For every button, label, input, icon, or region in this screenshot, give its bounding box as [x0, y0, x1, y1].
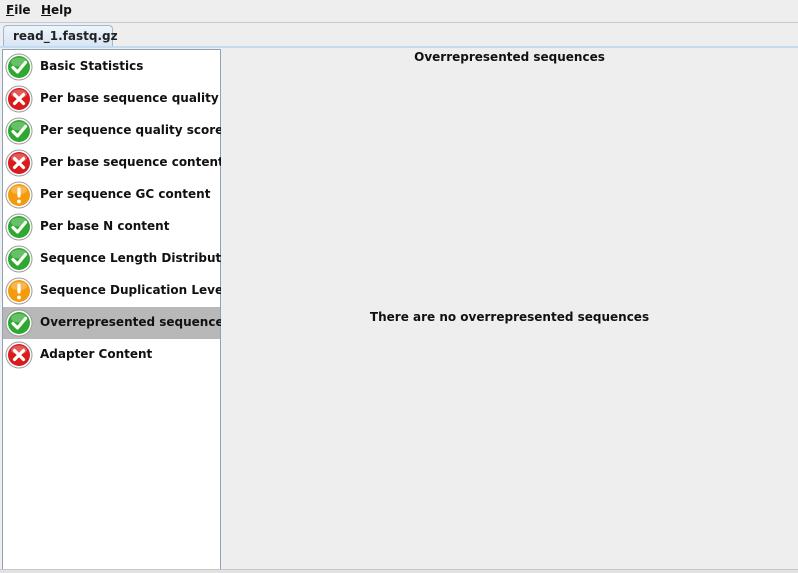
menu-file-mnemonic: F	[6, 3, 15, 17]
result-panel: Overrepresented sequences There are no o…	[221, 49, 798, 570]
module-list: Basic Statistics Per base sequence qualit…	[2, 49, 242, 570]
module-item-sequence-length-distribution[interactable]: Sequence Length Distribution	[3, 243, 242, 275]
fail-icon	[5, 149, 33, 177]
module-item-adapter-content[interactable]: Adapter Content	[3, 339, 220, 371]
menu-bar: File Help	[0, 0, 798, 23]
module-item-overrepresented-sequences[interactable]: Overrepresented sequences	[3, 307, 231, 339]
window-bottom-edge	[0, 569, 798, 573]
module-label: Per base sequence quality	[40, 91, 219, 105]
module-item-per-base-n-content[interactable]: Per base N content	[3, 211, 220, 243]
module-label: Per sequence GC content	[40, 187, 211, 201]
file-tabs: read_1.fastq.gz	[0, 22, 798, 47]
menu-help-mnemonic: H	[41, 3, 52, 17]
pass-icon	[5, 117, 33, 145]
module-label: Basic Statistics	[40, 59, 144, 73]
warn-icon	[5, 277, 33, 305]
module-item-per-sequence-quality-scores[interactable]: Per sequence quality scores	[3, 115, 230, 147]
module-label: Per base N content	[40, 219, 170, 233]
fail-icon	[5, 85, 33, 113]
pass-icon	[5, 309, 33, 337]
module-item-basic-statistics[interactable]: Basic Statistics	[3, 51, 220, 83]
module-item-per-sequence-gc-content[interactable]: Per sequence GC content	[3, 179, 220, 211]
tab-underline	[0, 46, 798, 48]
pass-icon	[5, 53, 33, 81]
module-label: Sequence Duplication Levels	[40, 283, 235, 297]
module-label: Adapter Content	[40, 347, 153, 361]
module-label: Overrepresented sequences	[40, 315, 231, 329]
pass-icon	[5, 245, 33, 273]
result-title: Overrepresented sequences	[414, 50, 605, 64]
warn-icon	[5, 181, 33, 209]
fail-icon	[5, 341, 33, 369]
result-message: There are no overrepresented sequences	[369, 310, 650, 324]
menu-help-rest: elp	[51, 3, 72, 17]
module-item-sequence-duplication-levels[interactable]: Sequence Duplication Levels	[3, 275, 234, 307]
menu-file[interactable]: File	[6, 3, 31, 17]
pass-icon	[5, 213, 33, 241]
menu-help[interactable]: Help	[41, 3, 72, 17]
module-label: Sequence Length Distribution	[40, 251, 243, 265]
tab-read-1-fastq[interactable]: read_1.fastq.gz	[3, 25, 118, 47]
menu-file-rest: ile	[14, 3, 31, 17]
module-item-per-base-sequence-quality[interactable]: Per base sequence quality	[3, 83, 220, 115]
module-label: Per sequence quality scores	[40, 123, 231, 137]
module-label: Per base sequence content	[40, 155, 224, 169]
module-item-per-base-sequence-content[interactable]: Per base sequence content	[3, 147, 224, 179]
